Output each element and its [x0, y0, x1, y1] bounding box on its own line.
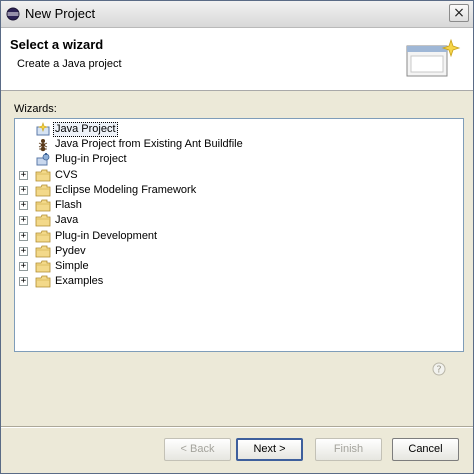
svg-text:?: ?	[436, 365, 441, 376]
tree-item-label: CVS	[55, 169, 78, 181]
expand-toggle[interactable]: +	[19, 171, 28, 180]
folder-icon	[35, 230, 51, 243]
expand-toggle[interactable]: +	[19, 262, 28, 271]
expand-toggle[interactable]: +	[19, 232, 28, 241]
java-project-icon	[36, 122, 50, 136]
tree-item-label: Plug-in Project	[55, 153, 127, 165]
window-title: New Project	[25, 6, 96, 21]
tree-item-flash[interactable]: + Flash	[15, 198, 463, 213]
folder-icon	[35, 214, 51, 227]
wizards-label: Wizards:	[14, 103, 57, 115]
title-bar[interactable]: New Project ×	[1, 1, 473, 28]
tree-item-label: Java Project from Existing Ant Buildfile	[55, 138, 243, 150]
plugin-project-icon	[36, 153, 50, 166]
tree-item-label: Flash	[55, 199, 82, 211]
tree-item-emf[interactable]: + Eclipse Modeling Framework	[15, 183, 463, 198]
button-separator	[1, 426, 473, 428]
tree-item-simple[interactable]: + Simple	[15, 259, 463, 274]
tree-item-java[interactable]: + Java	[15, 213, 463, 228]
new-project-dialog: New Project × Select a wizard Create a J…	[0, 0, 474, 474]
expand-toggle[interactable]: +	[19, 247, 28, 256]
tree-item-label: Java	[55, 214, 79, 226]
tree-item-java-project[interactable]: Java Project	[15, 122, 463, 137]
folder-icon	[35, 275, 51, 288]
tree-item-label: Simple	[55, 260, 89, 272]
tree-item-plugin-project[interactable]: Plug-in Project	[15, 152, 463, 167]
folder-icon	[35, 169, 51, 182]
folder-icon	[35, 260, 51, 273]
expand-toggle[interactable]: +	[19, 277, 28, 286]
finish-button[interactable]: Finish	[315, 438, 382, 461]
tree-item-label: Eclipse Modeling Framework	[55, 184, 197, 196]
wizards-tree[interactable]: Java Project Java Project from Existing …	[14, 118, 464, 352]
folder-icon	[35, 184, 51, 197]
folder-icon	[35, 199, 51, 212]
eclipse-app-icon	[6, 7, 20, 21]
expand-toggle[interactable]: +	[19, 216, 28, 225]
tree-item-pydev[interactable]: + Pydev	[15, 244, 463, 259]
tree-item-ant-buildfile[interactable]: Java Project from Existing Ant Buildfile	[15, 137, 463, 152]
expand-toggle[interactable]: +	[19, 186, 28, 195]
tree-item-label: Java Project	[53, 122, 118, 137]
tree-item-plugin-development[interactable]: + Plug-in Development	[15, 229, 463, 244]
help-icon[interactable]: ?	[432, 362, 446, 376]
folder-icon	[35, 245, 51, 258]
tree-item-examples[interactable]: + Examples	[15, 274, 463, 289]
wizard-banner: Select a wizard Create a Java project	[1, 28, 473, 91]
cancel-button[interactable]: Cancel	[392, 438, 459, 461]
expand-toggle[interactable]: +	[19, 201, 28, 210]
ant-buildfile-icon	[38, 139, 48, 152]
back-button[interactable]: < Back	[164, 438, 231, 461]
tree-item-label: Pydev	[55, 245, 86, 257]
new-wizard-icon	[406, 38, 461, 77]
banner-subtitle: Create a Java project	[17, 58, 122, 70]
banner-title: Select a wizard	[10, 37, 104, 52]
tree-item-label: Plug-in Development	[55, 230, 158, 242]
next-button[interactable]: Next >	[236, 438, 303, 461]
tree-item-cvs[interactable]: + CVS	[15, 168, 463, 183]
close-button[interactable]: ×	[449, 4, 469, 22]
tree-item-label: Examples	[55, 275, 104, 287]
